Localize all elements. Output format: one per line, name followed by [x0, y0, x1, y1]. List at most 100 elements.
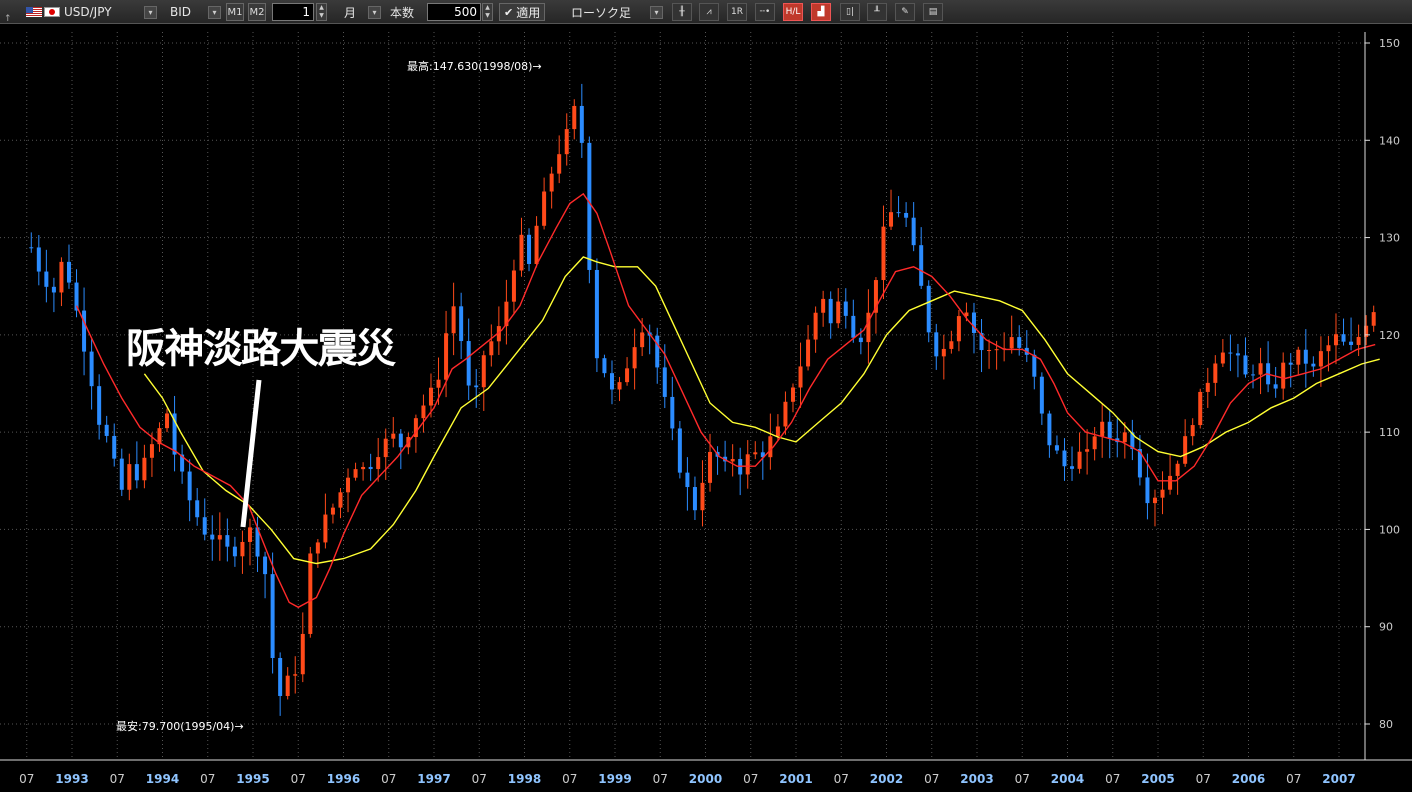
- x-tick-label: 1999: [598, 772, 631, 786]
- candle: [564, 113, 569, 166]
- chart-type-dropdown-icon[interactable]: ▾: [650, 5, 663, 19]
- scroll-up-icon[interactable]: ↑: [4, 0, 12, 24]
- count-spinner[interactable]: ▲ ▼: [482, 3, 493, 21]
- candle-body: [821, 298, 826, 313]
- period-unit-dropdown-icon[interactable]: ▾: [368, 5, 381, 19]
- line-chart-icon[interactable]: ⩘: [699, 3, 719, 21]
- candle: [1062, 438, 1067, 481]
- candle: [202, 498, 207, 541]
- candle: [36, 235, 41, 286]
- candle: [934, 323, 939, 370]
- candle: [881, 205, 886, 300]
- candle-body: [240, 541, 245, 557]
- candle: [1070, 446, 1075, 481]
- candle: [134, 441, 139, 489]
- period-input[interactable]: [272, 3, 314, 21]
- m1-button[interactable]: M1: [226, 3, 244, 21]
- high-low-icon[interactable]: H/L: [783, 3, 803, 21]
- indicator-icon[interactable]: ╨: [867, 3, 887, 21]
- candle: [1349, 317, 1354, 351]
- x-tick-label: 07: [924, 772, 939, 786]
- candle: [59, 257, 64, 307]
- candle-body: [549, 173, 554, 192]
- candle: [225, 518, 230, 562]
- x-tick-label: 2004: [1051, 772, 1084, 786]
- candle: [594, 258, 599, 373]
- candle-body: [1039, 376, 1044, 414]
- candle: [1152, 489, 1157, 527]
- candle-body: [165, 413, 170, 429]
- x-tick-label: 1994: [146, 772, 179, 786]
- candle-body: [1092, 436, 1097, 450]
- candle: [949, 330, 954, 354]
- price-type-dropdown-icon[interactable]: ▾: [208, 5, 221, 19]
- candle-body: [300, 633, 305, 675]
- period-spinner[interactable]: ▲ ▼: [316, 3, 327, 21]
- candle: [511, 259, 516, 315]
- bar-chart-icon[interactable]: ╫: [672, 3, 692, 21]
- x-tick-label: 07: [472, 772, 487, 786]
- count-input[interactable]: [427, 3, 481, 21]
- candle-body: [97, 386, 102, 425]
- x-tick-label: 2007: [1322, 772, 1355, 786]
- candle-body: [1303, 349, 1308, 364]
- candle-body: [444, 333, 449, 380]
- candle-body: [640, 332, 645, 348]
- candle-body: [994, 349, 999, 351]
- currency-pair-select[interactable]: USD/JPY: [64, 0, 112, 24]
- candle: [1281, 352, 1286, 400]
- x-tick-label: 2000: [689, 772, 722, 786]
- candle: [1318, 336, 1323, 387]
- candle-icon[interactable]: ▯|: [840, 3, 860, 21]
- line-icon[interactable]: ╌•: [755, 3, 775, 21]
- candle-body: [278, 657, 283, 696]
- candle: [1002, 332, 1007, 362]
- volume-icon[interactable]: ▟: [811, 3, 831, 21]
- candle-body: [1168, 475, 1173, 490]
- candle: [1333, 313, 1338, 365]
- y-tick-label: 100: [1379, 523, 1400, 536]
- candle-body: [263, 556, 268, 575]
- candle-body: [459, 306, 464, 342]
- candle-body: [753, 452, 758, 455]
- candle-body: [217, 535, 222, 540]
- candle: [625, 357, 630, 386]
- candle: [836, 288, 841, 329]
- apply-button[interactable]: ✔ 適用: [499, 3, 546, 21]
- m2-button[interactable]: M2: [248, 3, 266, 21]
- candle-body: [232, 546, 237, 557]
- candle: [119, 448, 124, 496]
- candle: [210, 515, 215, 561]
- candle: [889, 189, 894, 230]
- candle: [195, 487, 200, 526]
- settings-icon[interactable]: ▤: [923, 3, 943, 21]
- candle: [489, 324, 494, 367]
- pair-dropdown-icon[interactable]: ▾: [144, 5, 157, 19]
- candle: [896, 196, 901, 218]
- candle: [1235, 343, 1240, 378]
- candle: [655, 327, 660, 384]
- candle-body: [285, 675, 290, 696]
- candle-body: [1145, 477, 1150, 504]
- one-r-button[interactable]: 1R: [727, 3, 747, 21]
- candle-body: [708, 451, 713, 483]
- candle: [813, 306, 818, 353]
- candle-body: [1152, 497, 1157, 504]
- candle-body: [391, 433, 396, 439]
- candle: [51, 277, 56, 313]
- price-type-select[interactable]: BID: [170, 0, 191, 24]
- candle: [866, 289, 871, 364]
- candle-body: [836, 301, 841, 324]
- candle-body: [700, 482, 705, 511]
- candle-body: [1213, 363, 1218, 383]
- candle: [1311, 356, 1316, 377]
- chart-type-select[interactable]: ローソク足: [571, 0, 631, 24]
- candle-body: [587, 142, 592, 270]
- y-tick-label: 130: [1379, 232, 1400, 245]
- candle: [368, 453, 373, 481]
- draw-icon[interactable]: ✎: [895, 3, 915, 21]
- candle: [941, 334, 946, 380]
- candle: [127, 453, 132, 501]
- candle-body: [662, 367, 667, 397]
- candle-body: [1054, 445, 1059, 451]
